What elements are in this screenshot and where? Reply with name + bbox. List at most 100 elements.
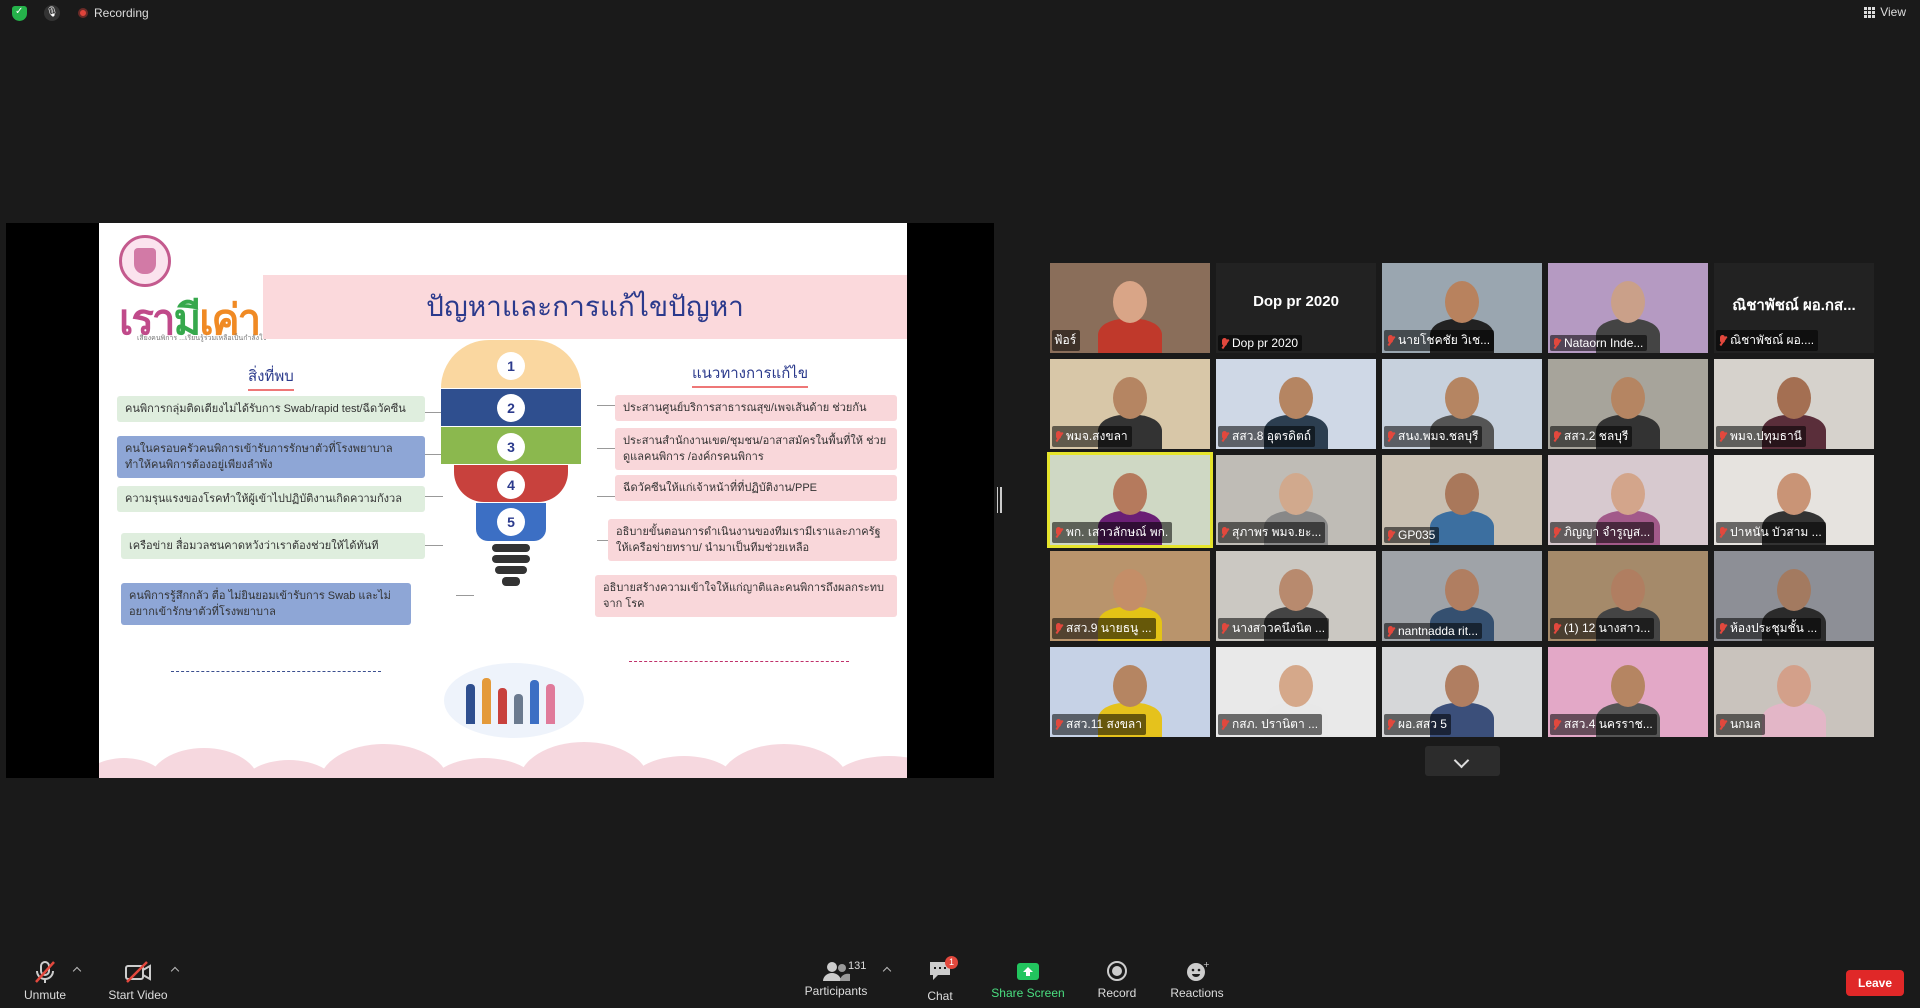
participant-tile[interactable]: (1) 12 นางสาว... <box>1548 551 1708 641</box>
share-screen-button[interactable]: Share Screen <box>990 960 1066 1000</box>
participant-tile[interactable]: สุภาพร พมจ.ยะ... <box>1216 455 1376 545</box>
muted-mic-icon <box>1386 431 1395 442</box>
participant-tile[interactable]: กสภ. ปรานิตา ... <box>1216 647 1376 737</box>
participant-nameplate: สนง.พมจ.ชลบุรี <box>1384 426 1483 447</box>
participant-tile[interactable]: สสว.9 นายธนู ... <box>1050 551 1210 641</box>
solution-item: ประสานศูนย์บริการสาธารณสุข/เพจเส้นด้าย ช… <box>615 395 897 421</box>
participant-face <box>1279 377 1313 419</box>
participant-tile[interactable]: GP035 <box>1382 455 1542 545</box>
video-off-icon <box>125 961 151 983</box>
participant-tile[interactable]: พมจ.ปทุมธานี <box>1714 359 1874 449</box>
muted-mic-icon <box>1220 527 1229 538</box>
participants-button[interactable]: 131 Participants <box>800 960 872 998</box>
participant-nameplate: นายโชคชัย วิเช... <box>1384 330 1495 351</box>
participant-name: สสว.4 นครราช... <box>1564 717 1653 731</box>
chat-button[interactable]: 1 Chat <box>918 956 962 1003</box>
participant-tile[interactable]: สสว.8 อุตรดิตถ์ <box>1216 359 1376 449</box>
muted-mic-icon <box>1718 527 1727 538</box>
found-item: คนพิการรู้สึกกลัว ตื่อ ไม่ยินยอมเข้ารับก… <box>121 583 411 625</box>
participant-tile[interactable]: ห้องประชุมชั้น ... <box>1714 551 1874 641</box>
participants-icon <box>823 962 850 981</box>
muted-mic-icon <box>1386 335 1395 346</box>
recording-dot-icon <box>78 8 88 18</box>
muted-mic-icon <box>1552 431 1561 442</box>
participant-tile[interactable]: นกมล <box>1714 647 1874 737</box>
participant-name: ห้องประชุมชั้น ... <box>1730 621 1818 635</box>
participant-tile[interactable]: สนง.พมจ.ชลบุรี <box>1382 359 1542 449</box>
participant-tile[interactable]: นายโชคชัย วิเช... <box>1382 263 1542 353</box>
participant-tile[interactable]: ฟ้อร์ <box>1050 263 1210 353</box>
chat-unread-badge: 1 <box>945 956 958 969</box>
participant-tile[interactable]: สสว.2 ชลบุรี <box>1548 359 1708 449</box>
video-options-caret[interactable] <box>170 966 180 976</box>
muted-mic-icon <box>35 961 55 983</box>
participant-tile[interactable]: สสว.4 นครราช... <box>1548 647 1708 737</box>
participant-tile[interactable]: Nataorn Inde... <box>1548 263 1708 353</box>
record-button[interactable]: Record <box>1094 960 1140 1000</box>
muted-mic-icon <box>1386 529 1395 541</box>
muted-mic-icon <box>1054 623 1063 634</box>
participant-nameplate: ภิญญา จำรูญส... <box>1550 522 1655 543</box>
recording-indicator[interactable]: Recording <box>78 6 149 20</box>
participant-tile[interactable]: ปาหนัน บัวสาม ... <box>1714 455 1874 545</box>
leave-button[interactable]: Leave <box>1846 970 1904 996</box>
participant-nameplate: สสว.11 สงขลา <box>1052 714 1146 735</box>
participant-nameplate: GP035 <box>1384 527 1440 543</box>
participant-tile[interactable]: Dop pr 2020 Dop pr 2020 <box>1216 263 1376 353</box>
participant-name: พมจ.สงขลา <box>1066 429 1128 443</box>
participant-nameplate: กสภ. ปรานิตา ... <box>1218 714 1323 735</box>
reactions-button[interactable]: + Reactions <box>1168 960 1226 1000</box>
participant-tile[interactable]: ภิญญา จำรูญส... <box>1548 455 1708 545</box>
participant-name: กสภ. ปรานิตา ... <box>1232 717 1319 731</box>
participant-tile[interactable]: นางสาวคนึงนิต ... <box>1216 551 1376 641</box>
view-button[interactable]: View <box>1864 5 1906 19</box>
meeting-toolbar: Unmute Start Video 131 Participants 1 Ch… <box>0 948 1920 1008</box>
participant-face <box>1279 665 1313 707</box>
muted-mic-icon <box>1552 527 1561 538</box>
muted-mic-icon <box>1220 719 1229 730</box>
unmute-button[interactable]: Unmute <box>22 960 68 1002</box>
muted-mic-icon <box>1220 337 1229 349</box>
panel-splitter-handle[interactable] <box>1000 487 1002 513</box>
start-video-label: Start Video <box>108 988 168 1002</box>
participant-nameplate: สุภาพร พมจ.ยะ... <box>1218 522 1326 543</box>
participant-face <box>1113 281 1147 323</box>
audio-options-caret[interactable] <box>72 966 82 976</box>
panel-splitter[interactable] <box>997 487 998 513</box>
mic-status-icon[interactable]: 🎙 <box>44 5 60 21</box>
found-item: เครือข่าย สื่อมวลชนคาดหวังว่าเราต้องช่วย… <box>121 533 425 559</box>
cloud-decoration <box>99 738 907 778</box>
participant-face <box>1113 377 1147 419</box>
participant-body <box>1098 319 1162 353</box>
participant-name: นายโชคชัย วิเช... <box>1398 333 1491 347</box>
participant-tile[interactable]: ณิชาพัชณ์ ผอ.กส... ณิชาพัชณ์ ผอ.... <box>1714 263 1874 353</box>
participant-tile[interactable]: ผอ.สสว 5 <box>1382 647 1542 737</box>
participant-face <box>1113 569 1147 611</box>
muted-mic-icon <box>1386 625 1395 637</box>
participant-face <box>1113 665 1147 707</box>
participant-tile[interactable]: พก. เสาวลักษณ์ พก. <box>1047 452 1213 548</box>
encryption-shield-icon[interactable] <box>12 6 27 21</box>
participant-tile[interactable]: nantnadda rit... <box>1382 551 1542 641</box>
gallery-next-page-button[interactable] <box>1425 746 1500 776</box>
participant-tile[interactable]: พมจ.สงขลา <box>1050 359 1210 449</box>
bulb-number: 3 <box>497 433 525 461</box>
participant-face <box>1279 569 1313 611</box>
participant-name: พก. เสาวลักษณ์ พก. <box>1066 525 1169 539</box>
solution-item: อธิบายสร้างความเข้าใจให้แก่ญาติและคนพิกา… <box>595 575 897 617</box>
participants-options-caret[interactable] <box>882 966 892 976</box>
slide-title: ปัญหาและการแก้ไขปัญหา <box>426 291 744 322</box>
participant-tile[interactable]: สสว.11 สงขลา <box>1050 647 1210 737</box>
muted-mic-icon <box>1552 623 1561 634</box>
start-video-button[interactable]: Start Video <box>106 960 170 1002</box>
solution-heading: แนวทางการแก้ไข <box>692 361 809 388</box>
participant-face <box>1777 473 1811 515</box>
participant-name: ภิญญา จำรูญส... <box>1564 525 1651 539</box>
people-illustration <box>444 663 584 738</box>
solution-item: อธิบายขั้นตอนการดำเนินงานของทีมเรามีเราแ… <box>608 519 897 561</box>
participant-nameplate: ห้องประชุมชั้น ... <box>1716 618 1822 639</box>
muted-mic-icon <box>1552 337 1561 349</box>
participant-face <box>1445 281 1479 323</box>
record-icon <box>1107 961 1127 981</box>
participants-count: 131 <box>848 960 867 972</box>
